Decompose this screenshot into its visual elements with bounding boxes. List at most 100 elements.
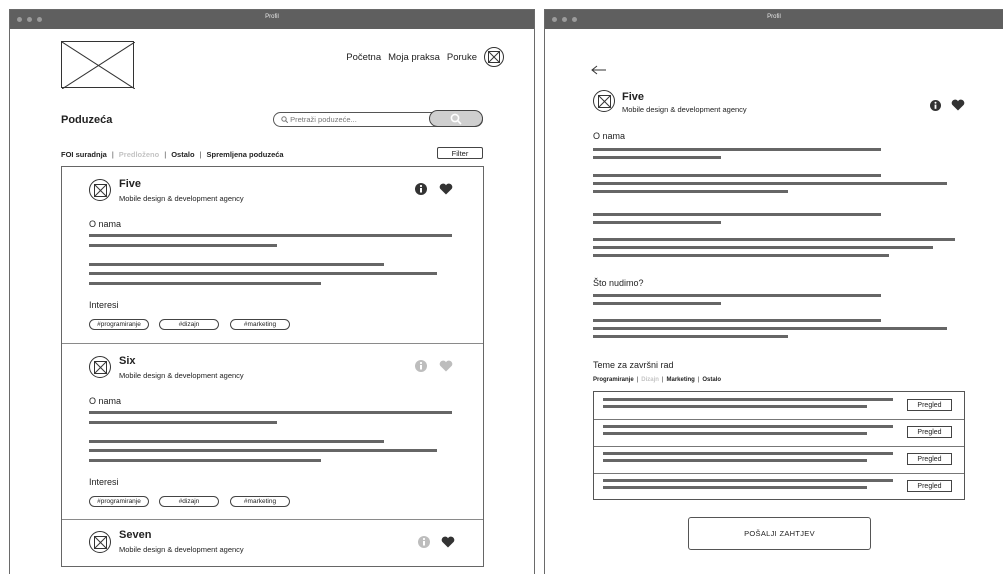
window-title: Profil <box>767 14 781 20</box>
text-line <box>593 182 947 185</box>
tag-chip[interactable]: #marketing <box>230 496 290 507</box>
nav-my-practice[interactable]: Moja praksa <box>388 52 440 63</box>
tab-saved-companies[interactable]: Spremljena poduzeća <box>206 150 283 159</box>
text-line <box>89 411 452 414</box>
user-avatar-icon[interactable] <box>484 47 504 67</box>
company-card[interactable]: Six Mobile design & development agency O… <box>62 343 483 519</box>
text-line <box>89 421 277 424</box>
text-line <box>593 327 947 330</box>
offer-label: Što nudimo? <box>593 278 644 288</box>
topic-row[interactable]: Pregled <box>594 446 964 473</box>
company-profile-window: Profil Five Mobile design & development … <box>544 9 1003 574</box>
company-tabs: FOI suradnja | Predloženo | Ostalo | Spr… <box>61 150 284 159</box>
company-subtitle: Mobile design & development agency <box>622 105 747 114</box>
heart-icon[interactable] <box>439 183 453 195</box>
company-name: Six <box>119 355 136 367</box>
company-subtitle: Mobile design & development agency <box>119 371 244 380</box>
heart-icon[interactable] <box>439 360 453 372</box>
nav-home[interactable]: Početna <box>346 52 381 63</box>
topic-row[interactable]: Pregled <box>594 473 964 500</box>
company-avatar-icon <box>89 179 111 201</box>
text-line <box>593 254 889 257</box>
logo-placeholder-icon <box>61 41 135 89</box>
about-label: O nama <box>89 219 122 229</box>
about-label: O nama <box>593 131 626 141</box>
text-line <box>89 272 437 275</box>
tag-chip[interactable]: #marketing <box>230 319 290 330</box>
tag-chip[interactable]: #dizajn <box>159 319 219 330</box>
interests-label: Interesi <box>89 477 119 487</box>
company-list-window: Profil Početna Moja praksa Poruke Poduze… <box>9 9 535 574</box>
review-button[interactable]: Pregled <box>907 453 952 465</box>
company-name: Five <box>119 178 142 190</box>
page-title: Poduzeća <box>61 114 113 126</box>
heart-icon[interactable] <box>951 99 965 111</box>
topic-row[interactable]: Pregled <box>594 392 964 419</box>
text-line <box>593 221 721 224</box>
text-line <box>603 405 867 408</box>
back-arrow-icon[interactable] <box>591 65 607 75</box>
company-avatar-icon <box>89 531 111 553</box>
send-request-button[interactable]: POŠALJI ZAHTJEV <box>688 517 871 550</box>
text-line <box>603 459 867 462</box>
text-line <box>89 440 384 443</box>
tab-programming[interactable]: Programiranje <box>593 377 634 383</box>
text-line <box>593 174 881 177</box>
tab-other[interactable]: Ostalo <box>171 150 194 159</box>
thesis-topic-list: Pregled Pregled Pregled Pregled <box>593 391 965 500</box>
company-card[interactable]: Seven Mobile design & development agency <box>62 519 483 566</box>
topic-row[interactable]: Pregled <box>594 419 964 446</box>
company-subtitle: Mobile design & development agency <box>119 545 244 554</box>
tab-marketing[interactable]: Marketing <box>666 377 694 383</box>
review-button[interactable]: Pregled <box>907 426 952 438</box>
filter-button[interactable]: Filter <box>437 147 483 159</box>
heart-icon[interactable] <box>441 536 455 548</box>
info-icon[interactable] <box>415 360 427 372</box>
tab-other[interactable]: Ostalo <box>702 377 721 383</box>
text-line <box>593 319 881 322</box>
info-icon[interactable] <box>418 536 430 548</box>
review-button[interactable]: Pregled <box>907 399 952 411</box>
review-button[interactable]: Pregled <box>907 480 952 492</box>
top-navigation: Početna Moja praksa Poruke <box>346 47 504 67</box>
interests-label: Interesi <box>89 300 119 310</box>
tab-foi-cooperation[interactable]: FOI suradnja <box>61 150 107 159</box>
text-line <box>593 148 881 151</box>
info-icon[interactable] <box>930 100 941 111</box>
text-line <box>593 246 933 249</box>
text-line <box>603 398 893 401</box>
text-line <box>89 234 452 237</box>
text-line <box>593 156 721 159</box>
company-avatar-icon <box>593 90 615 112</box>
company-avatar-icon <box>89 356 111 378</box>
tag-chip[interactable]: #programiranje <box>89 496 149 507</box>
window-title: Profil <box>265 14 279 20</box>
tag-chip[interactable]: #dizajn <box>159 496 219 507</box>
text-line <box>593 190 788 193</box>
window-titlebar: Profil <box>10 10 534 29</box>
text-line <box>603 479 893 482</box>
thesis-topics-label: Teme za završni rad <box>593 360 674 370</box>
tag-chip[interactable]: #programiranje <box>89 319 149 330</box>
search-placeholder: Pretraži poduzeće... <box>281 115 357 124</box>
text-line <box>89 263 384 266</box>
text-line <box>593 335 788 338</box>
company-name: Seven <box>119 529 152 541</box>
text-line <box>603 432 867 435</box>
tab-suggested[interactable]: Predloženo <box>119 150 159 159</box>
text-line <box>89 449 437 452</box>
nav-messages[interactable]: Poruke <box>447 52 477 63</box>
text-line <box>603 425 893 428</box>
text-line <box>593 294 881 297</box>
company-card[interactable]: Five Mobile design & development agency … <box>62 167 483 343</box>
info-icon[interactable] <box>415 183 427 195</box>
search-small-icon <box>281 116 289 124</box>
text-line <box>593 213 881 216</box>
search-button[interactable] <box>429 110 483 127</box>
company-list[interactable]: Five Mobile design & development agency … <box>61 166 484 567</box>
text-line <box>603 452 893 455</box>
text-line <box>593 238 955 241</box>
tab-design[interactable]: Dizajn <box>641 377 659 383</box>
text-line <box>603 486 867 489</box>
text-line <box>89 282 321 285</box>
